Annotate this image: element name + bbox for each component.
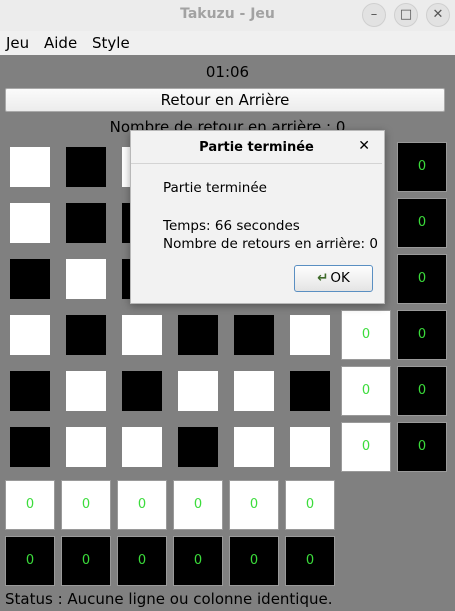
grid-cell[interactable]: [290, 315, 330, 355]
status-text: Status : Aucune ligne ou colonne identiq…: [5, 590, 333, 608]
grid-cell[interactable]: [178, 427, 218, 467]
ok-icon: ↵: [317, 270, 329, 286]
ok-button[interactable]: ↵ OK: [294, 265, 373, 292]
game-over-dialog: Partie terminée ✕ Partie terminée Temps:…: [130, 130, 385, 304]
grid-button[interactable]: 0: [117, 536, 167, 586]
grid-cell[interactable]: [10, 203, 50, 243]
grid-button[interactable]: 0: [397, 198, 447, 248]
grid-cell[interactable]: [122, 427, 162, 467]
grid-cell[interactable]: [66, 315, 106, 355]
grid-button[interactable]: 0: [173, 536, 223, 586]
grid-cell[interactable]: [290, 371, 330, 411]
grid-button[interactable]: 0: [285, 536, 335, 586]
grid-cell[interactable]: [122, 315, 162, 355]
grid-cell[interactable]: [66, 371, 106, 411]
grid-cell[interactable]: [66, 203, 106, 243]
grid-cell[interactable]: [234, 315, 274, 355]
takuzu-grid: 000000000000000000000: [0, 0, 455, 611]
grid-button[interactable]: 0: [341, 310, 391, 360]
grid-cell[interactable]: [10, 147, 50, 187]
grid-button[interactable]: 0: [173, 480, 223, 530]
grid-button[interactable]: 0: [397, 422, 447, 472]
dialog-backtracks: Nombre de retours en arrière: 0: [163, 236, 378, 252]
grid-cell[interactable]: [122, 371, 162, 411]
grid-button[interactable]: 0: [397, 254, 447, 304]
grid-button[interactable]: 0: [341, 422, 391, 472]
dialog-header: Partie terminée ✕: [131, 131, 382, 164]
grid-cell[interactable]: [178, 371, 218, 411]
grid-button[interactable]: 0: [285, 480, 335, 530]
grid-button[interactable]: 0: [229, 480, 279, 530]
grid-button[interactable]: 0: [397, 142, 447, 192]
grid-button[interactable]: 0: [341, 366, 391, 416]
grid-cell[interactable]: [10, 259, 50, 299]
grid-cell[interactable]: [10, 315, 50, 355]
ok-label: OK: [330, 270, 350, 286]
grid-cell[interactable]: [234, 371, 274, 411]
dialog-message: Partie terminée: [163, 180, 267, 196]
grid-cell[interactable]: [290, 427, 330, 467]
grid-button[interactable]: 0: [5, 536, 55, 586]
dialog-time: Temps: 66 secondes: [163, 218, 300, 234]
grid-button[interactable]: 0: [117, 480, 167, 530]
grid-cell[interactable]: [66, 259, 106, 299]
dialog-title: Partie terminée: [199, 140, 314, 155]
grid-cell[interactable]: [66, 147, 106, 187]
grid-button[interactable]: 0: [61, 536, 111, 586]
grid-button[interactable]: 0: [397, 310, 447, 360]
grid-cell[interactable]: [10, 427, 50, 467]
grid-button[interactable]: 0: [397, 366, 447, 416]
grid-cell[interactable]: [234, 427, 274, 467]
grid-cell[interactable]: [66, 427, 106, 467]
grid-cell[interactable]: [10, 371, 50, 411]
grid-button[interactable]: 0: [5, 480, 55, 530]
dialog-close-icon[interactable]: ✕: [358, 138, 370, 154]
grid-cell[interactable]: [178, 315, 218, 355]
grid-button[interactable]: 0: [61, 480, 111, 530]
grid-button[interactable]: 0: [229, 536, 279, 586]
